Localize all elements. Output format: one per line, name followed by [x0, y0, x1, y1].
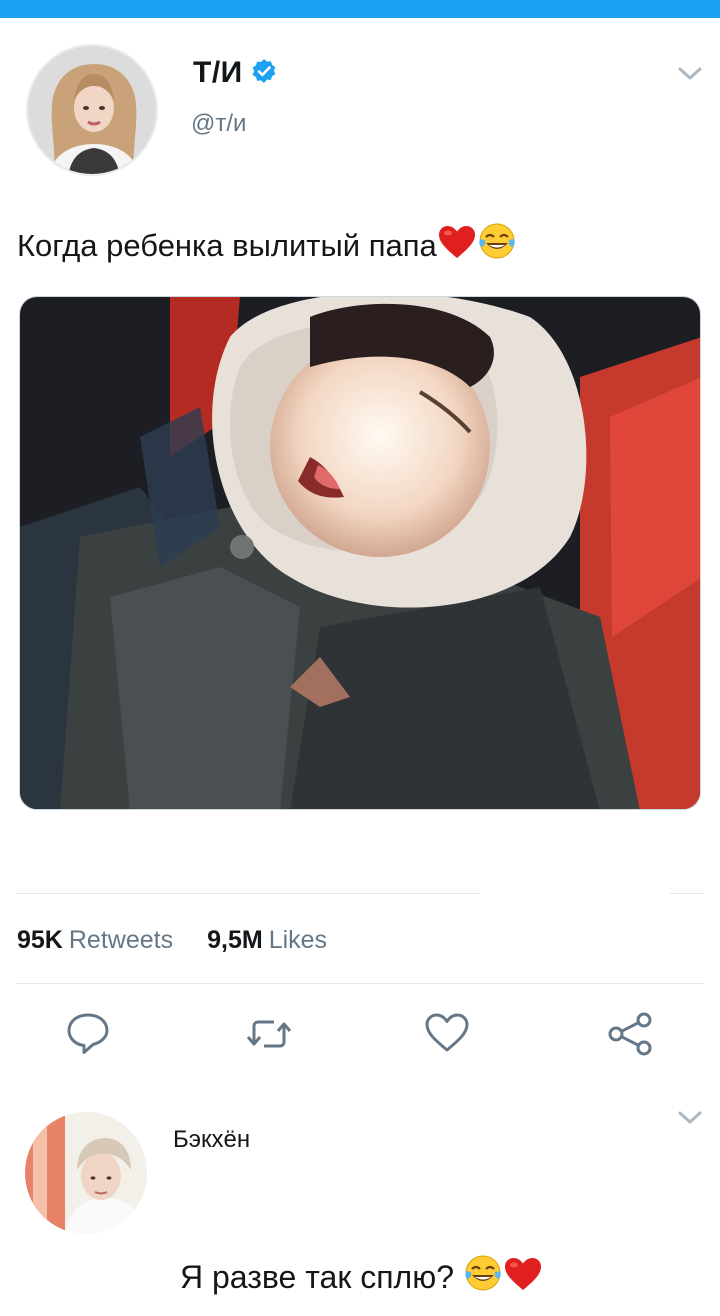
reply-icon[interactable] — [63, 1007, 113, 1057]
likes-stat[interactable]: 9,5M Likes — [207, 926, 327, 954]
likes-count: 9,5M — [207, 926, 263, 954]
likes-label: Likes — [268, 926, 328, 954]
tears-of-joy-emoji-icon — [465, 1255, 501, 1291]
reply-text: Я разве так сплю? — [180, 1254, 543, 1296]
heart-emoji-icon — [504, 1258, 541, 1290]
tears-of-joy-emoji-icon — [479, 223, 515, 259]
reply-text-body: Я разве так сплю? — [180, 1259, 455, 1295]
tweet-detail-screen: Т/И @т/и Когда ребенка вылитый папа 95K … — [0, 0, 720, 1316]
reply-author-name[interactable]: Бэкхён — [173, 1126, 250, 1154]
retweets-stat[interactable]: 95K Retweets — [17, 926, 173, 954]
divider-top-right — [670, 893, 704, 894]
author-handle[interactable]: @т/и — [191, 110, 246, 138]
status-bar — [0, 0, 720, 18]
heart-emoji-icon — [438, 226, 475, 258]
divider-top-short — [17, 893, 480, 894]
tweet-text-body: Когда ребенка вылитый папа — [17, 228, 437, 263]
verified-badge-icon — [252, 59, 276, 83]
share-icon[interactable] — [605, 1009, 655, 1059]
retweets-label: Retweets — [68, 926, 174, 954]
like-icon[interactable] — [422, 1008, 472, 1058]
tweet-media-photo[interactable] — [19, 296, 701, 810]
retweets-count: 95K — [17, 926, 63, 954]
reply-author-avatar[interactable] — [25, 1112, 147, 1234]
retweet-icon[interactable] — [244, 1010, 294, 1060]
tweet-stats: 95K Retweets 9,5M Likes — [17, 926, 327, 955]
chevron-down-icon[interactable] — [678, 1111, 702, 1125]
author-avatar[interactable] — [26, 44, 158, 176]
author-display-name[interactable]: Т/И — [193, 56, 243, 90]
tweet-text: Когда ребенка вылитый папа — [17, 222, 517, 264]
divider-stats — [17, 983, 704, 984]
chevron-down-icon[interactable] — [678, 67, 702, 81]
